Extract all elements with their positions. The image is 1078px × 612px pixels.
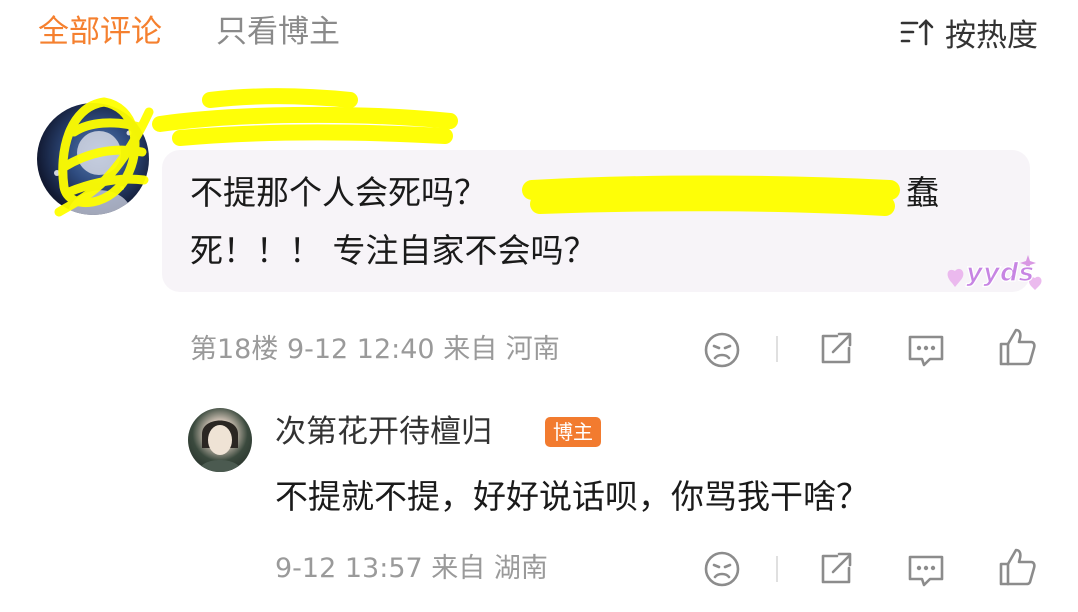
comment-text-line2: 死！！！ 专注自家不会吗？ bbox=[190, 231, 597, 270]
reply-text: 不提就不提，好好说话呗，你骂我干啥？ bbox=[275, 477, 869, 516]
comment-text-line1: 不提那个人会死吗？ bbox=[190, 173, 487, 212]
redaction-scribble-avatar bbox=[54, 97, 154, 217]
sort-icon bbox=[900, 19, 934, 46]
comment-meta: 第18楼 9-12 12:40 来自 河南 bbox=[190, 334, 560, 365]
redaction-scribble-name bbox=[152, 88, 458, 146]
blogger-badge: 博主 bbox=[545, 417, 601, 447]
thumbs-up-icon[interactable] bbox=[997, 326, 1037, 368]
yyds-sticker: yyds bbox=[940, 245, 1050, 309]
share-icon[interactable] bbox=[815, 328, 855, 368]
tab-all-comments[interactable]: 全部评论 bbox=[38, 12, 162, 52]
comment-text-line1-end: 蠢 bbox=[906, 173, 939, 212]
frown-icon[interactable] bbox=[702, 549, 742, 589]
reply-author-avatar[interactable] bbox=[188, 408, 252, 472]
thumbs-up-icon[interactable] bbox=[997, 546, 1037, 588]
share-icon[interactable] bbox=[815, 548, 855, 588]
comment-icon[interactable] bbox=[906, 329, 946, 369]
redaction-scribble-text bbox=[522, 175, 900, 216]
tab-blogger-only[interactable]: 只看博主 bbox=[216, 12, 340, 52]
sort-label: 按热度 bbox=[945, 17, 1038, 54]
sort-by-heat-button[interactable]: 按热度 bbox=[899, 12, 1038, 54]
frown-icon[interactable] bbox=[702, 330, 742, 370]
divider bbox=[776, 556, 778, 582]
divider bbox=[776, 336, 778, 362]
reply-author-name[interactable]: 次第花开待檀归 bbox=[275, 412, 492, 452]
comment-icon[interactable] bbox=[906, 549, 946, 589]
reply-meta: 9-12 13:57 来自 湖南 bbox=[275, 553, 548, 584]
svg-text:yyds: yyds bbox=[966, 258, 1034, 288]
